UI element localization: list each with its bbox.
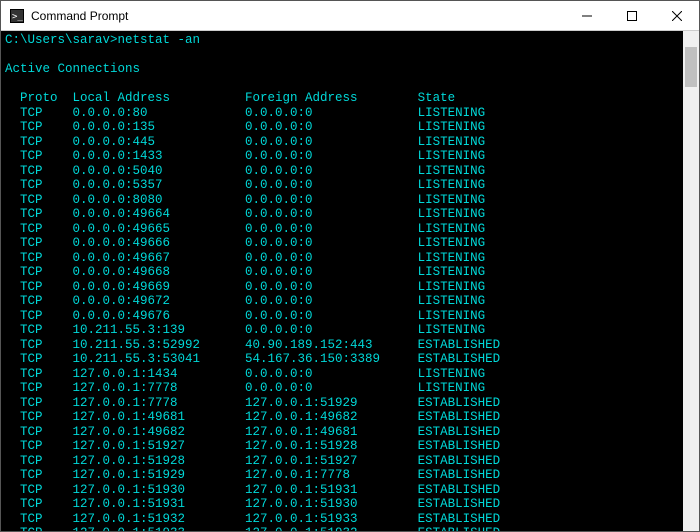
maximize-icon xyxy=(627,11,637,21)
terminal-area: C:\Users\sarav>netstat -an Active Connec… xyxy=(1,31,699,531)
terminal-output[interactable]: C:\Users\sarav>netstat -an Active Connec… xyxy=(1,31,683,531)
titlebar[interactable]: >_ Command Prompt xyxy=(1,1,699,31)
close-button[interactable] xyxy=(654,1,699,30)
minimize-icon xyxy=(582,11,592,21)
close-icon xyxy=(672,11,682,21)
window-title: Command Prompt xyxy=(31,9,564,23)
command-prompt-window: >_ Command Prompt C:\Users\sarav>netstat… xyxy=(0,0,700,532)
minimize-button[interactable] xyxy=(564,1,609,30)
cmd-icon: >_ xyxy=(9,8,25,24)
svg-text:>_: >_ xyxy=(12,12,23,22)
vertical-scrollbar[interactable] xyxy=(683,31,699,531)
scrollbar-thumb[interactable] xyxy=(685,47,697,87)
maximize-button[interactable] xyxy=(609,1,654,30)
window-controls xyxy=(564,1,699,30)
